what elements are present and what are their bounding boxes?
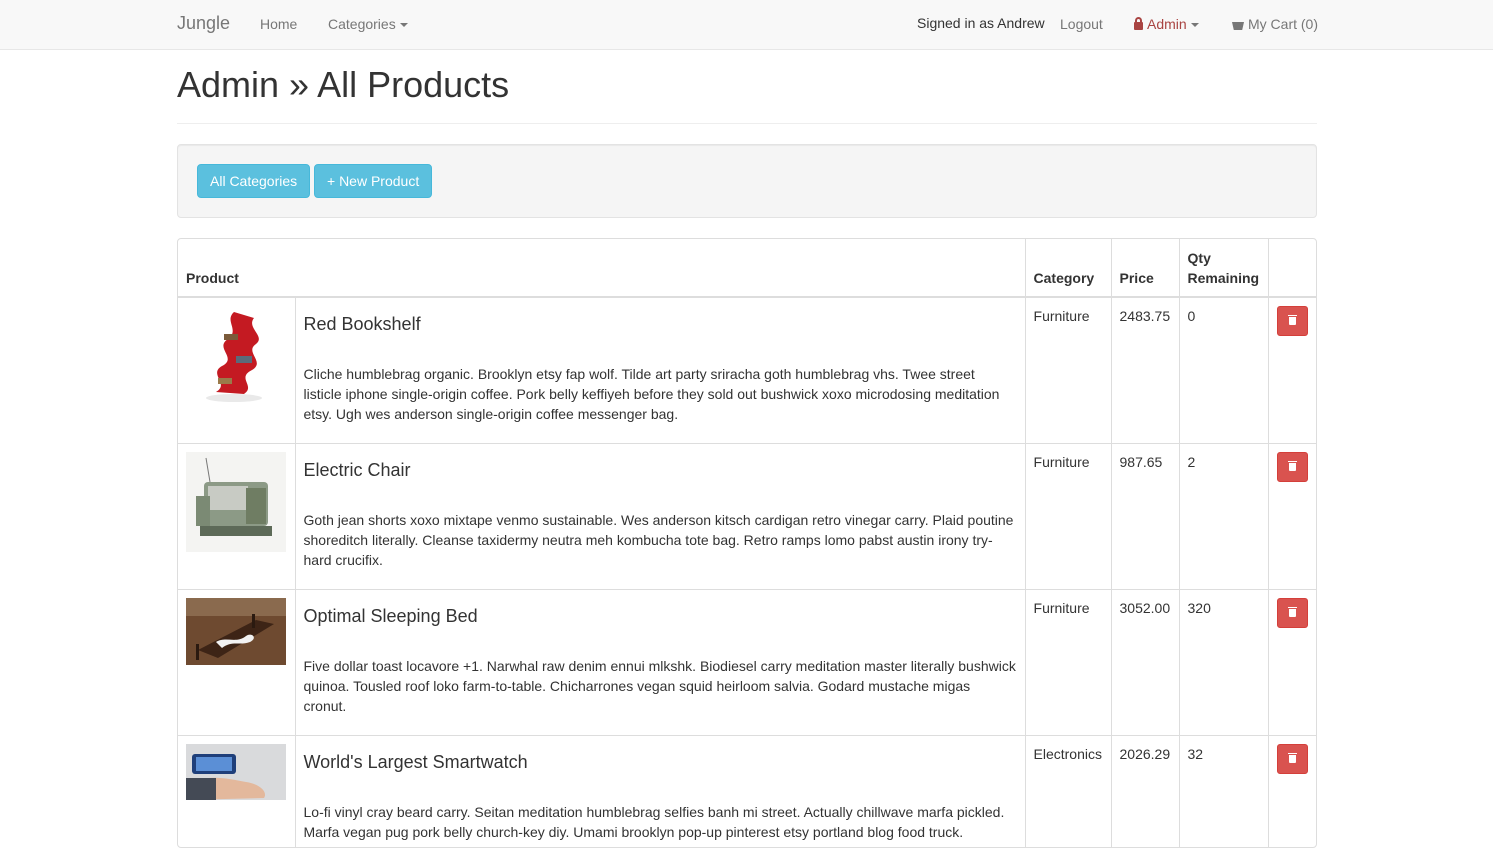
nav-categories-label: Categories [328, 16, 396, 32]
product-name[interactable]: Red Bookshelf [304, 314, 1017, 334]
all-categories-button[interactable]: All Categories [197, 164, 311, 198]
products-table: Product Category Price Qty Remaining Red… [177, 238, 1317, 848]
header-qty-line1: Qty [1187, 250, 1211, 266]
product-info-cell: Electric Chair Goth jean shorts xoxo mix… [294, 442, 1026, 589]
page-title: Admin » All Products [177, 64, 510, 105]
product-qty: 0 [1178, 296, 1269, 443]
product-image-red-bookshelf[interactable] [186, 306, 286, 406]
product-description: Five dollar toast locavore +1. Narwhal r… [303, 657, 1016, 714]
product-category: Furniture [1024, 442, 1112, 589]
header-product: Product [178, 239, 1026, 298]
product-image-electric-chair[interactable] [186, 451, 286, 552]
product-name[interactable]: Optimal Sleeping Bed [304, 606, 1017, 626]
delete-product-button[interactable] [1276, 743, 1308, 774]
product-qty: 320 [1178, 588, 1269, 735]
product-qty: 2 [1178, 442, 1269, 589]
caret-down-icon [1190, 23, 1199, 28]
nav-cart-label: My Cart (0) [1248, 16, 1318, 32]
header-qty-line2: Remaining [1187, 270, 1260, 286]
nav-admin-dropdown[interactable]: Admin [1134, 16, 1199, 32]
nav-cart-link[interactable]: My Cart (0) [1232, 16, 1318, 32]
header-qty-remaining: Qty Remaining [1178, 239, 1269, 298]
product-category: Electronics [1024, 734, 1112, 847]
product-actions-cell [1267, 442, 1316, 589]
trash-icon [1287, 606, 1297, 617]
delete-product-button[interactable] [1276, 451, 1308, 482]
header-price: Price [1110, 239, 1180, 298]
nav-admin-label: Admin [1147, 16, 1187, 32]
product-actions-cell [1267, 296, 1316, 443]
delete-product-button[interactable] [1276, 306, 1308, 336]
navbar: Jungle Home Categories Signed in as Andr… [0, 0, 1493, 50]
product-name[interactable]: World's Largest Smartwatch [304, 752, 1017, 772]
product-name[interactable]: Electric Chair [304, 460, 1017, 480]
new-product-button[interactable]: + New Product [314, 164, 433, 198]
table-row: Red Bookshelf Cliche humblebrag organic.… [178, 296, 1316, 443]
brand-link[interactable]: Jungle [177, 13, 230, 34]
table-header-row: Product Category Price Qty Remaining [178, 239, 1316, 298]
header-divider [177, 123, 1317, 124]
actions-panel: All Categories + New Product [177, 144, 1317, 218]
product-info-cell: World's Largest Smartwatch Lo-fi vinyl c… [294, 734, 1026, 847]
product-thumbnail-cell [178, 588, 295, 735]
nav-logout-link[interactable]: Logout [1060, 16, 1103, 32]
product-category: Furniture [1024, 296, 1112, 443]
product-price: 3052.00 [1110, 588, 1180, 735]
delete-product-button[interactable] [1276, 597, 1308, 628]
product-info-cell: Red Bookshelf Cliche humblebrag organic.… [294, 296, 1026, 443]
product-image-worlds-largest-smartwatch[interactable] [186, 743, 286, 800]
table-row: World's Largest Smartwatch Lo-fi vinyl c… [178, 734, 1316, 847]
signed-in-text: Signed in as Andrew [917, 15, 1045, 31]
nav-home-link[interactable]: Home [260, 16, 297, 32]
product-image-optimal-sleeping-bed[interactable] [186, 597, 286, 665]
product-description: Goth jean shorts xoxo mixtape venmo sust… [303, 511, 1014, 568]
caret-down-icon [399, 23, 408, 28]
header-actions [1267, 239, 1316, 298]
lock-icon [1134, 17, 1143, 30]
product-category: Furniture [1024, 588, 1112, 735]
header-category: Category [1024, 239, 1112, 298]
product-info-cell: Optimal Sleeping Bed Five dollar toast l… [294, 588, 1026, 735]
product-thumbnail-cell [178, 442, 295, 589]
product-price: 2026.29 [1110, 734, 1180, 847]
table-row: Electric Chair Goth jean shorts xoxo mix… [178, 442, 1316, 589]
product-description: Cliche humblebrag organic. Brooklyn etsy… [303, 366, 1000, 422]
table-row: Optimal Sleeping Bed Five dollar toast l… [178, 588, 1316, 735]
product-price: 987.65 [1110, 442, 1180, 589]
trash-icon [1287, 315, 1297, 325]
trash-icon [1287, 460, 1297, 471]
nav-categories-dropdown[interactable]: Categories [328, 16, 408, 32]
product-description: Lo-fi vinyl cray beard carry. Seitan med… [303, 803, 1005, 840]
product-thumbnail-cell [178, 734, 295, 847]
trash-icon [1287, 752, 1297, 763]
shopping-cart-icon [1232, 22, 1244, 30]
product-actions-cell [1267, 734, 1316, 847]
product-thumbnail-cell [178, 296, 295, 443]
product-actions-cell [1267, 588, 1316, 735]
product-price: 2483.75 [1110, 296, 1180, 443]
product-qty: 32 [1178, 734, 1269, 847]
